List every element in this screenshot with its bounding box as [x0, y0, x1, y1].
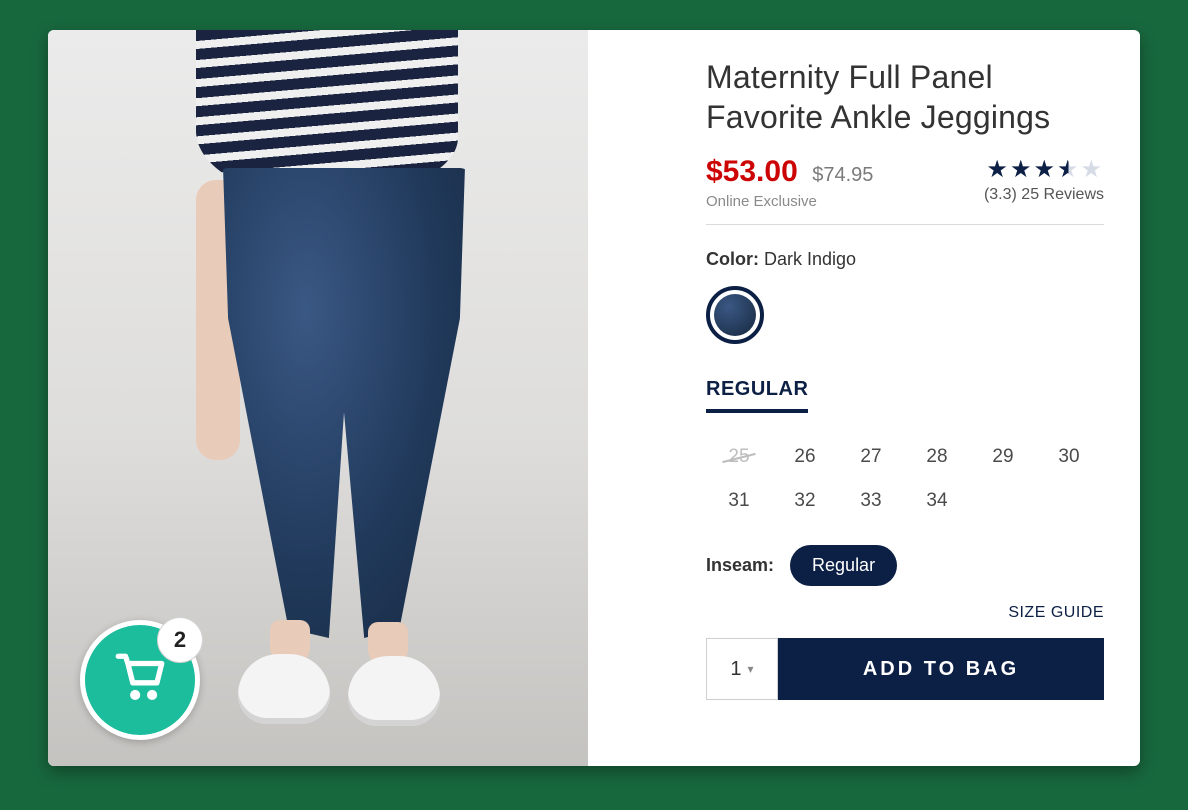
- size-option-33[interactable]: 33: [838, 479, 904, 523]
- color-value: Dark Indigo: [764, 249, 856, 269]
- quantity-select[interactable]: 1 ▾: [706, 638, 778, 700]
- size-grid: 252627282930 31323334: [706, 435, 1104, 523]
- reviews-summary: (3.3) 25 Reviews: [984, 186, 1104, 204]
- size-option-30[interactable]: 30: [1036, 435, 1102, 479]
- color-swatch-dark-indigo[interactable]: [706, 286, 764, 344]
- reviews-link[interactable]: ★★★★★ (3.3) 25 Reviews: [984, 155, 1104, 204]
- swatch-fill: [714, 294, 756, 336]
- quantity-value: 1: [730, 658, 741, 681]
- chevron-down-icon: ▾: [748, 662, 754, 676]
- cart-icon: [111, 649, 169, 712]
- size-option-27[interactable]: 27: [838, 435, 904, 479]
- product-image: 2: [48, 30, 588, 766]
- cart-fab-button[interactable]: 2: [80, 620, 200, 740]
- size-option-29[interactable]: 29: [970, 435, 1036, 479]
- size-option-28[interactable]: 28: [904, 435, 970, 479]
- color-label: Color:: [706, 249, 759, 269]
- color-label-row: Color: Dark Indigo: [706, 249, 1104, 270]
- product-title: Maternity Full Panel Favorite Ankle Jegg…: [706, 58, 1104, 137]
- inseam-chip-regular[interactable]: Regular: [790, 545, 897, 586]
- size-guide-link[interactable]: SIZE GUIDE: [706, 604, 1104, 622]
- tab-regular[interactable]: REGULAR: [706, 378, 808, 413]
- cart-count-badge: 2: [157, 617, 203, 663]
- size-option-25: 25: [706, 435, 772, 479]
- size-option-26[interactable]: 26: [772, 435, 838, 479]
- size-option-32[interactable]: 32: [772, 479, 838, 523]
- price-note: Online Exclusive: [706, 193, 873, 210]
- add-to-bag-button[interactable]: ADD TO BAG: [778, 638, 1104, 700]
- sale-price: $53.00: [706, 155, 798, 189]
- product-card: 2 Maternity Full Panel Favorite Ankle Je…: [48, 30, 1140, 766]
- original-price: $74.95: [812, 164, 873, 187]
- size-option-34[interactable]: 34: [904, 479, 970, 523]
- inseam-label: Inseam:: [706, 555, 774, 576]
- star-rating: ★★★★★: [984, 155, 1104, 184]
- size-option-31[interactable]: 31: [706, 479, 772, 523]
- product-details: Maternity Full Panel Favorite Ankle Jegg…: [588, 30, 1140, 766]
